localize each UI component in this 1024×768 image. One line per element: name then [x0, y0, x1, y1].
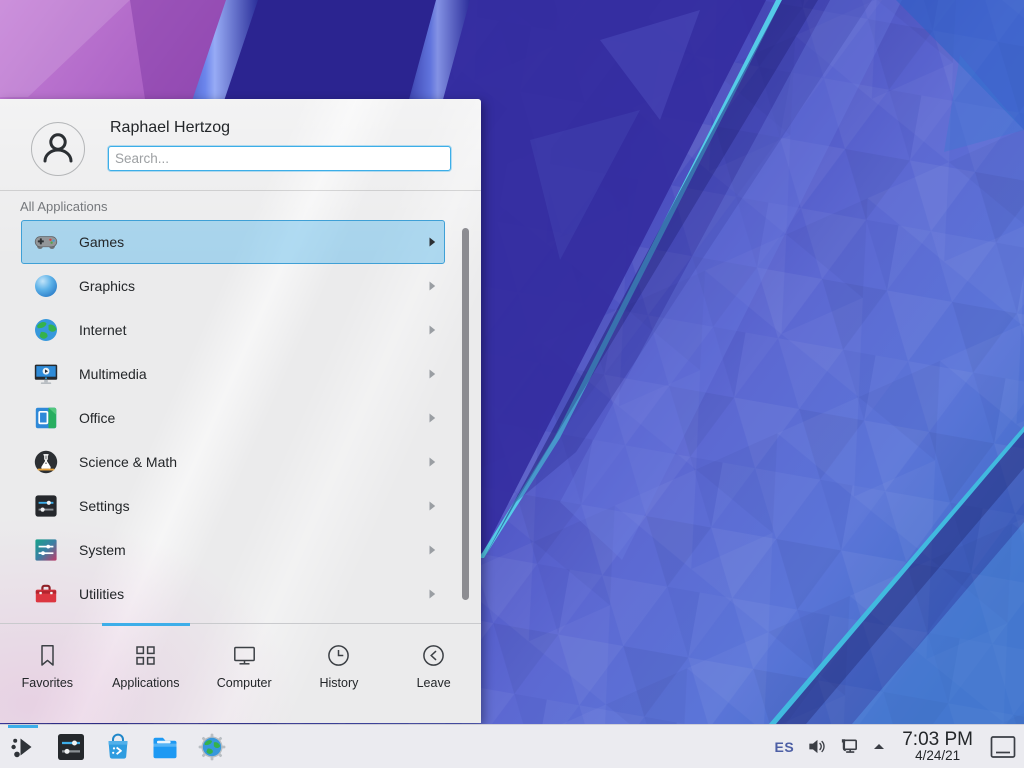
menu-item-settings[interactable]: Settings	[21, 484, 445, 528]
menu-item-utilities[interactable]: Utilities	[21, 572, 445, 616]
internet-globe-icon	[33, 317, 59, 343]
scrollbar-handle[interactable]	[462, 228, 469, 600]
tab-label: History	[319, 676, 358, 690]
tab-bar: Favorites Applications Computer History Leav…	[0, 626, 481, 723]
submenu-arrow-icon	[429, 369, 436, 379]
show-desktop-button[interactable]	[988, 732, 1018, 762]
tab-label: Computer	[217, 676, 272, 690]
menu-item-system[interactable]: System	[21, 528, 445, 572]
volume-icon[interactable]	[805, 736, 827, 758]
menu-item-help[interactable]: Help	[21, 616, 445, 623]
computer-monitor-icon	[231, 642, 258, 669]
file-manager-button[interactable]	[148, 730, 181, 763]
keyboard-layout-indicator[interactable]: ES	[775, 739, 795, 755]
system-tray: ES 7:03 PM 4/24/21	[775, 730, 1024, 764]
settings-sliders-icon	[33, 493, 59, 519]
tabbar-divider	[0, 623, 481, 624]
games-gamepad-icon	[33, 229, 59, 255]
tray-expand-caret-icon[interactable]	[871, 736, 887, 758]
graphics-sphere-icon	[33, 273, 59, 299]
utilities-toolbox-icon	[33, 581, 59, 607]
kickoff-menu: Raphael Hertzog All Applications Games Gr…	[0, 99, 481, 723]
submenu-arrow-icon	[429, 281, 436, 291]
section-label: All Applications	[20, 199, 107, 214]
menu-item-internet[interactable]: Internet	[21, 308, 445, 352]
header-divider	[0, 190, 481, 191]
search-input[interactable]	[108, 146, 451, 171]
submenu-arrow-icon	[429, 237, 436, 247]
tab-label: Applications	[112, 676, 179, 690]
taskbar-apps	[0, 730, 228, 763]
office-document-icon	[33, 405, 59, 431]
menu-item-label: Multimedia	[79, 366, 429, 382]
clock-date: 4/24/21	[915, 749, 960, 763]
network-icon[interactable]	[838, 736, 860, 758]
applications-category-list: Games Graphics Internet Multimedia Office Sci…	[0, 220, 481, 623]
history-clock-icon	[325, 642, 352, 669]
menu-item-science-math[interactable]: Science & Math	[21, 440, 445, 484]
tab-history[interactable]: History	[309, 642, 369, 690]
leave-back-icon	[420, 642, 447, 669]
tab-applications[interactable]: Applications	[112, 642, 179, 690]
menu-item-label: System	[79, 542, 429, 558]
menu-item-multimedia[interactable]: Multimedia	[21, 352, 445, 396]
menu-item-label: Science & Math	[79, 454, 429, 470]
menu-item-label: Settings	[79, 498, 429, 514]
taskbar: ES 7:03 PM 4/24/21	[0, 724, 1024, 768]
user-avatar[interactable]	[31, 122, 85, 176]
menu-item-label: Graphics	[79, 278, 429, 294]
browser-globe-gear-icon	[196, 731, 228, 763]
menu-item-games[interactable]: Games	[21, 220, 445, 264]
tab-label: Leave	[417, 676, 451, 690]
favorites-bookmark-icon	[34, 642, 61, 669]
tab-favorites[interactable]: Favorites	[17, 642, 77, 690]
user-name: Raphael Hertzog	[110, 119, 230, 137]
tab-label: Favorites	[22, 676, 73, 690]
submenu-arrow-icon	[429, 413, 436, 423]
submenu-arrow-icon	[429, 545, 436, 555]
menu-item-label: Utilities	[79, 586, 429, 602]
tab-computer[interactable]: Computer	[214, 642, 274, 690]
discover-button[interactable]	[101, 730, 134, 763]
web-browser-button[interactable]	[195, 730, 228, 763]
app-launcher-button[interactable]	[7, 730, 40, 763]
multimedia-icon	[33, 361, 59, 387]
submenu-arrow-icon	[429, 457, 436, 467]
user-icon	[32, 123, 84, 175]
dolphin-folder-icon	[149, 731, 181, 763]
desktop: Raphael Hertzog All Applications Games Gr…	[0, 0, 1024, 768]
clock[interactable]: 7:03 PM 4/24/21	[902, 730, 973, 764]
discover-bag-icon	[102, 731, 134, 763]
menu-item-label: Games	[79, 234, 429, 250]
kde-kickoff-icon	[8, 731, 40, 763]
science-flask-icon	[33, 449, 59, 475]
system-settings-button[interactable]	[54, 730, 87, 763]
menu-item-label: Office	[79, 410, 429, 426]
menu-item-label: Internet	[79, 322, 429, 338]
submenu-arrow-icon	[429, 501, 436, 511]
clock-time: 7:03 PM	[902, 730, 973, 750]
submenu-arrow-icon	[429, 325, 436, 335]
menu-item-office[interactable]: Office	[21, 396, 445, 440]
system-tools-icon	[33, 537, 59, 563]
menu-item-graphics[interactable]: Graphics	[21, 264, 445, 308]
submenu-arrow-icon	[429, 589, 436, 599]
applications-grid-icon	[132, 642, 159, 669]
tab-leave[interactable]: Leave	[404, 642, 464, 690]
system-settings-icon	[55, 731, 87, 763]
launcher-active-indicator	[8, 725, 38, 728]
